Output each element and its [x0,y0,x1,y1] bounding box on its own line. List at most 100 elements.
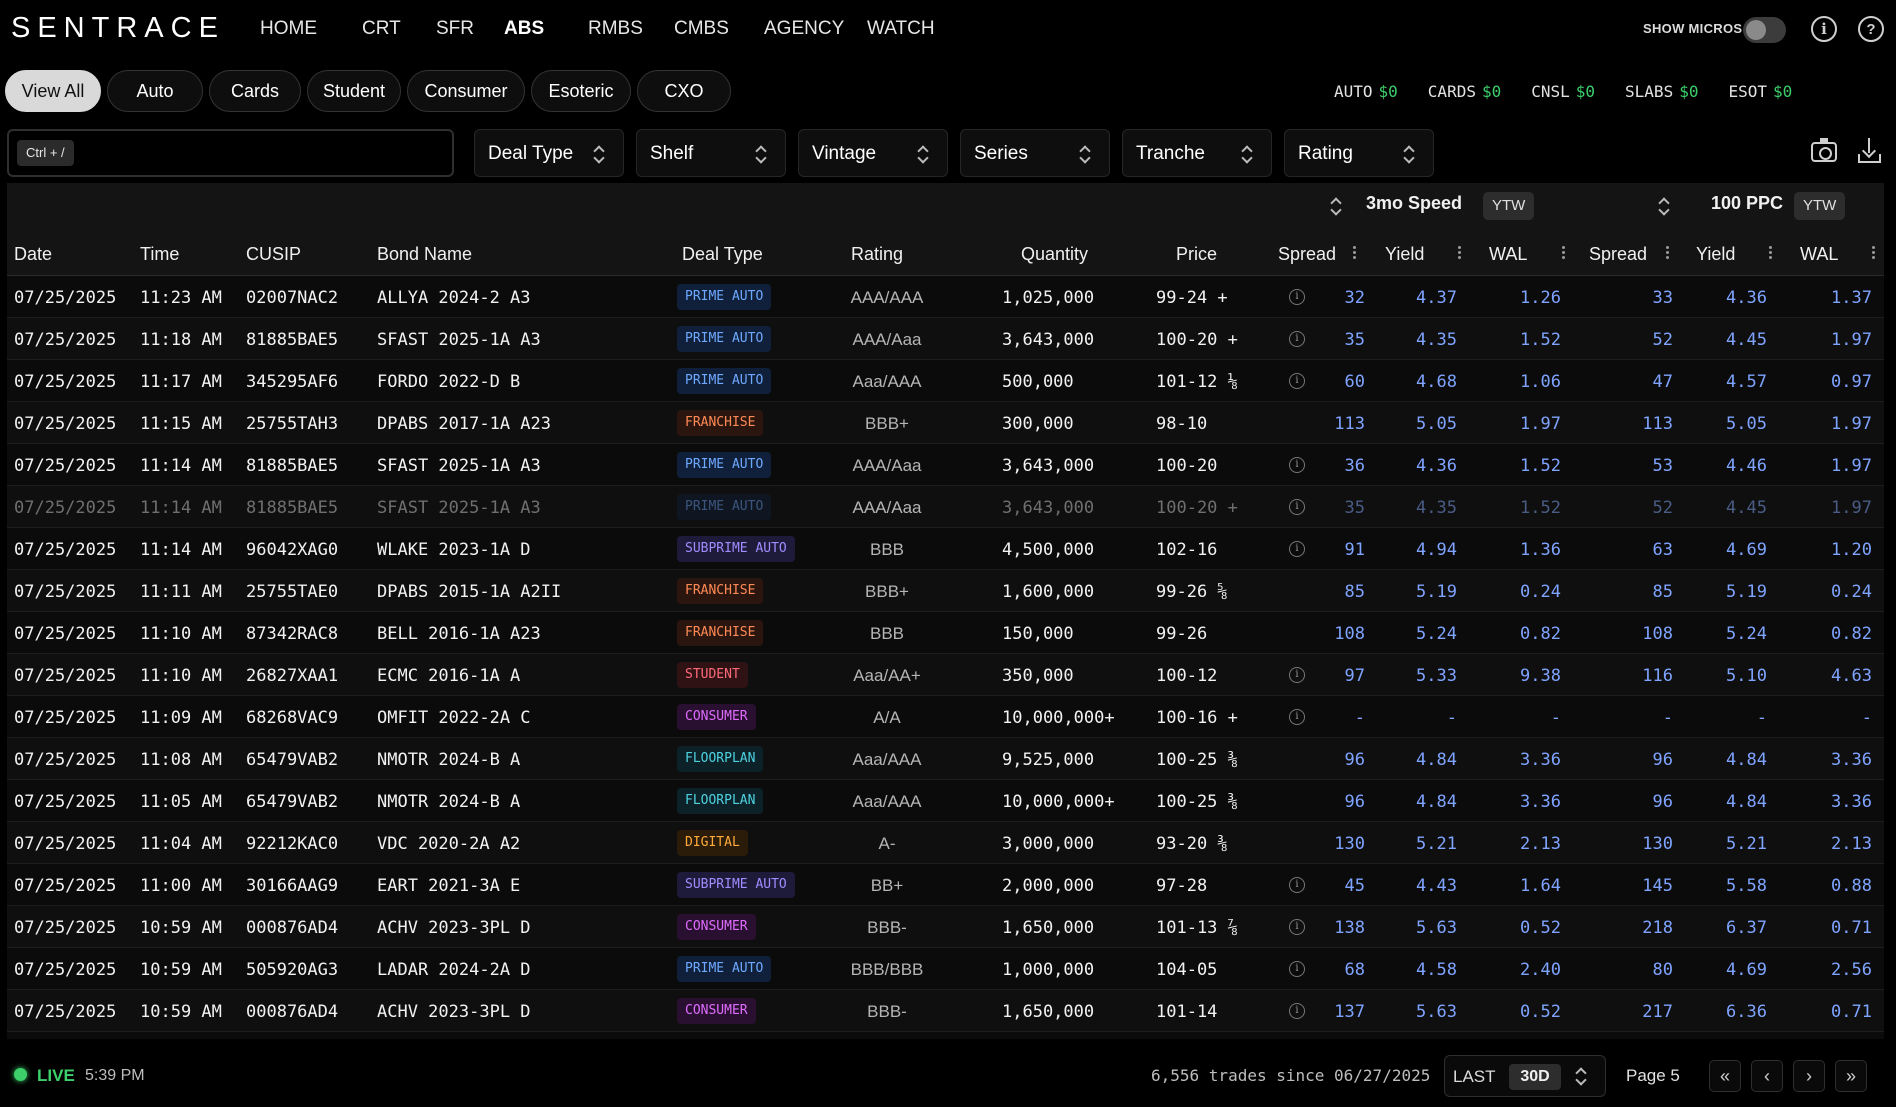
trade-info-icon[interactable]: i [1289,373,1305,389]
table-row[interactable]: 07/25/2025 11:14 AM 96042XAG0 WLAKE 2023-1A… [7,528,1884,570]
nav-agency[interactable]: AGENCY [764,18,844,40]
cell-cusip: 68268VAC9 [246,708,339,728]
cell-yield-ppc: 5.10 [1726,666,1767,686]
brand-logo[interactable]: SENTRACE [11,12,225,45]
table-row[interactable]: 07/25/2025 11:11 AM 25755TAE0 DPABS 2015-1A… [7,570,1884,612]
deal-type-badge: FLOORPLAN [677,788,764,814]
trade-info-icon[interactable]: i [1289,667,1305,683]
column-menu-icon[interactable] [1769,246,1772,260]
total-label: SLABS [1625,82,1674,101]
table-row[interactable]: 07/25/2025 11:14 AM 81885BAE5 SFAST 2025-1A… [7,444,1884,486]
column-header-yield[interactable]: Yield [1696,244,1735,265]
help-icon[interactable]: ? [1858,16,1884,42]
category-pill-cxo[interactable]: CXO [637,70,731,112]
ppc-sort-icon[interactable] [1660,197,1668,215]
cell-date: 07/25/2025 [14,540,117,560]
table-row[interactable]: 07/25/2025 11:04 AM 92212KAC0 VDC 2020-2A A… [7,822,1884,864]
trade-info-icon[interactable]: i [1289,289,1305,305]
column-header-quantity[interactable]: Quantity [1021,244,1088,265]
trade-info-icon[interactable]: i [1289,961,1305,977]
table-row[interactable]: 07/25/2025 11:10 AM 26827XAA1 ECMC 2016-1A … [7,654,1884,696]
category-pill-view-all[interactable]: View All [5,70,101,112]
table-row[interactable]: 07/25/2025 11:15 AM 25755TAH3 DPABS 2017-1A… [7,402,1884,444]
column-header-yield[interactable]: Yield [1385,244,1424,265]
column-header-cusip[interactable]: CUSIP [246,244,301,265]
table-row[interactable]: 07/25/2025 11:14 AM 81885BAE5 SFAST 2025-1A… [7,486,1884,528]
prev-page-icon[interactable]: ‹ [1751,1060,1783,1092]
column-header-spread[interactable]: Spread [1278,244,1336,265]
filter-series[interactable]: Series [960,129,1110,177]
column-header-price[interactable]: Price [1176,244,1217,265]
cell-wal-ppc: 3.36 [1831,792,1872,812]
category-pill-cards[interactable]: Cards [209,70,301,112]
last-page-icon[interactable]: » [1835,1060,1867,1092]
nav-rmbs[interactable]: RMBS [588,18,643,40]
first-page-icon[interactable]: « [1709,1060,1741,1092]
trade-info-icon[interactable]: i [1289,919,1305,935]
table-row[interactable]: 07/25/2025 11:00 AM 30166AAG9 EART 2021-3A … [7,864,1884,906]
nav-watch[interactable]: WATCH [867,18,935,40]
column-header-rating[interactable]: Rating [851,244,903,265]
column-menu-icon[interactable] [1872,246,1875,260]
table-row[interactable]: 07/25/2025 11:17 AM 345295AF6 FORDO 2022-D … [7,360,1884,402]
category-pill-student[interactable]: Student [307,70,401,112]
column-header-deal-type[interactable]: Deal Type [682,244,763,265]
table-row[interactable]: 07/25/2025 11:10 AM 87342RAC8 BELL 2016-1A … [7,612,1884,654]
trade-info-icon[interactable]: i [1289,709,1305,725]
column-menu-icon[interactable] [1458,246,1461,260]
table-row[interactable]: 07/25/2025 11:08 AM 65479VAB2 NMOTR 2024-B … [7,738,1884,780]
category-pill-esoteric[interactable]: Esoteric [531,70,631,112]
cell-bond-name: LADAR 2024-2A D [377,960,531,980]
nav-cmbs[interactable]: CMBS [674,18,729,40]
table-row[interactable]: 07/25/2025 11:18 AM 81885BAE5 SFAST 2025-1A… [7,318,1884,360]
cell-rating: Aaa/AAA [852,750,922,769]
camera-icon[interactable] [1811,138,1837,162]
table-row[interactable]: 07/25/2025 10:59 AM 505920AG3 LADAR 2024-2A… [7,948,1884,990]
nav-home[interactable]: HOME [260,18,317,40]
category-pill-consumer[interactable]: Consumer [407,70,525,112]
search-input[interactable]: Ctrl + / [7,129,454,177]
column-header-wal[interactable]: WAL [1800,244,1838,265]
cell-wal-ppc: 0.88 [1831,876,1872,896]
column-menu-icon[interactable] [1353,246,1356,260]
column-header-wal[interactable]: WAL [1489,244,1527,265]
column-menu-icon[interactable] [1666,246,1669,260]
next-page-icon[interactable]: › [1793,1060,1825,1092]
speed-sort-icon[interactable] [1332,197,1340,215]
filter-label: Vintage [812,143,877,164]
cell-yield-speed: 5.33 [1416,666,1457,686]
trade-info-icon[interactable]: i [1289,541,1305,557]
table-row[interactable]: 07/25/2025 10:59 AM 000876AD4 ACHV 2023-3PL… [7,990,1884,1032]
trade-info-icon[interactable]: i [1289,331,1305,347]
filter-tranche[interactable]: Tranche [1122,129,1272,177]
column-header-spread[interactable]: Spread [1589,244,1647,265]
table-row[interactable]: 07/25/2025 10:59 AM 000876AD4 ACHV 2023-3PL… [7,906,1884,948]
trade-info-icon[interactable]: i [1289,877,1305,893]
download-icon[interactable] [1858,138,1884,166]
column-header-time[interactable]: Time [140,244,179,265]
speed-basis-toggle[interactable]: YTW [1483,192,1535,220]
filter-label: Shelf [650,143,694,164]
filter-rating[interactable]: Rating [1284,129,1434,177]
nav-crt[interactable]: CRT [362,18,401,40]
page-indicator: Page 5 [1626,1066,1680,1085]
trade-info-icon[interactable]: i [1289,457,1305,473]
show-micros-toggle[interactable] [1743,17,1786,43]
table-row[interactable]: 07/25/2025 11:09 AM 68268VAC9 OMFIT 2022-2A… [7,696,1884,738]
nav-sfr[interactable]: SFR [436,18,474,40]
column-menu-icon[interactable] [1562,246,1565,260]
filter-vintage[interactable]: Vintage [798,129,948,177]
table-row[interactable]: 07/25/2025 11:23 AM 02007NAC2 ALLYA 2024-2 … [7,276,1884,318]
filter-deal-type[interactable]: Deal Type [474,129,624,177]
info-icon[interactable]: i [1811,16,1837,42]
table-row[interactable]: 07/25/2025 11:05 AM 65479VAB2 NMOTR 2024-B … [7,780,1884,822]
column-header-date[interactable]: Date [14,244,52,265]
ppc-basis-toggle[interactable]: YTW [1794,192,1846,220]
trade-info-icon[interactable]: i [1289,499,1305,515]
trade-info-icon[interactable]: i [1289,1003,1305,1019]
column-header-bond-name[interactable]: Bond Name [377,244,472,265]
nav-abs[interactable]: ABS [504,18,544,40]
range-select[interactable]: LAST 30D [1444,1055,1606,1097]
category-pill-auto[interactable]: Auto [107,70,203,112]
filter-shelf[interactable]: Shelf [636,129,786,177]
